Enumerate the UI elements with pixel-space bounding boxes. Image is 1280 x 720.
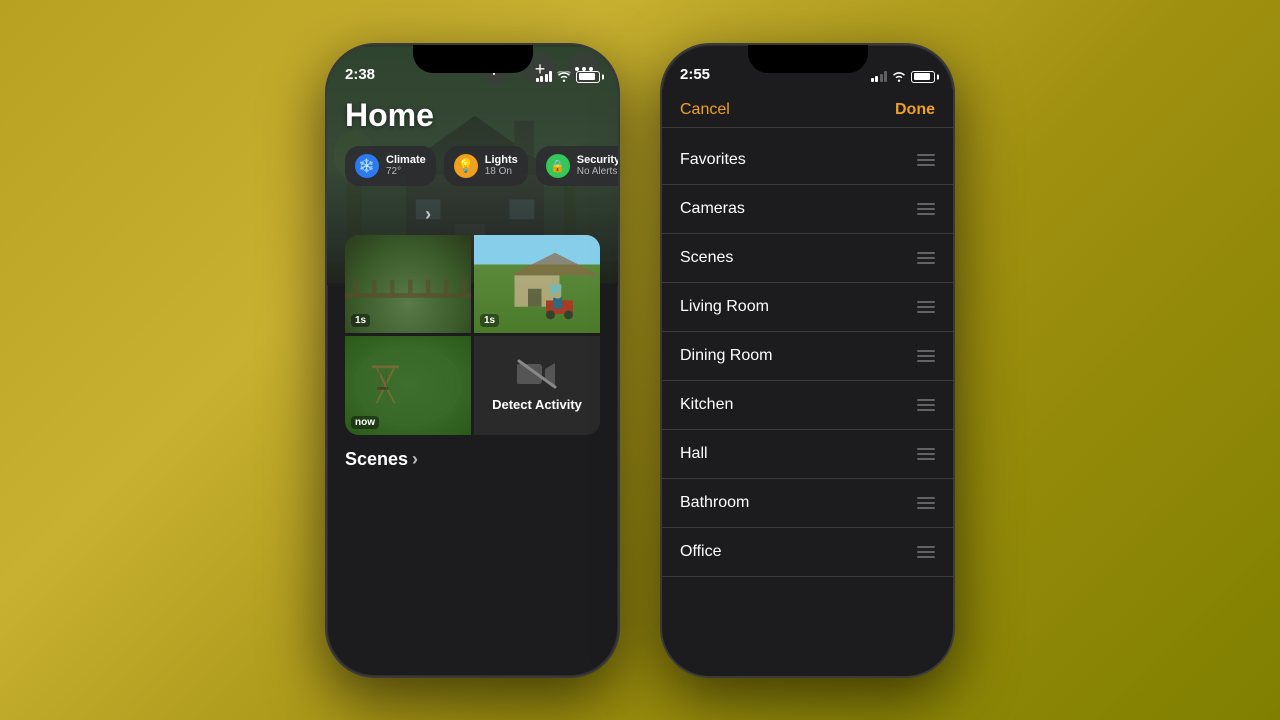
phone-2-notch (748, 45, 868, 73)
climate-value: 72° (386, 166, 426, 177)
room-name-living-room: Living Room (680, 298, 769, 316)
room-name-dining-room: Dining Room (680, 347, 772, 365)
lights-value: 18 On (485, 166, 518, 177)
signal-icon-2 (871, 71, 888, 82)
drag-handle-bathroom[interactable] (917, 497, 935, 509)
phone-2-content: Cancel Done Favorites Cameras (662, 89, 953, 676)
security-icon: 🔒 (546, 154, 570, 178)
camera-cell-3[interactable]: now (345, 336, 471, 435)
room-name-office: Office (680, 543, 722, 561)
home-title-container: Home (327, 93, 618, 146)
room-item-kitchen[interactable]: Kitchen (662, 381, 953, 430)
battery-icon-1 (576, 71, 600, 83)
security-widget[interactable]: 🔒 Security No Alerts (536, 146, 618, 186)
room-item-office[interactable]: Office (662, 528, 953, 577)
phone-1: 2:38 (325, 43, 620, 678)
home-title: Home (345, 97, 600, 134)
room-name-bathroom: Bathroom (680, 494, 749, 512)
drag-handle-scenes[interactable] (917, 252, 935, 264)
drag-handle-favorites[interactable] (917, 154, 935, 166)
battery-icon-2 (911, 71, 935, 83)
phone-2: 2:55 (660, 43, 955, 678)
camera-1-timestamp: 1s (351, 314, 370, 327)
scenes-section-header[interactable]: Scenes › (345, 449, 600, 470)
camera-3-timestamp: now (351, 416, 379, 429)
drag-handle-living-room[interactable] (917, 301, 935, 313)
widget-row: ❄️ Climate 72° 💡 Lights 18 On 🔒 Security (327, 146, 618, 200)
video-off-icon (517, 359, 557, 389)
drag-handle-office[interactable] (917, 546, 935, 558)
room-item-cameras[interactable]: Cameras (662, 185, 953, 234)
room-name-favorites: Favorites (680, 151, 746, 169)
camera-cell-2[interactable]: 1s (474, 235, 600, 334)
room-item-living-room[interactable]: Living Room (662, 283, 953, 332)
camera-2-timestamp: 1s (480, 314, 499, 327)
scenes-section: Scenes › (327, 435, 618, 470)
done-button[interactable]: Done (895, 101, 935, 119)
room-item-scenes[interactable]: Scenes (662, 234, 953, 283)
lights-label: Lights (485, 154, 518, 166)
status-icons-2 (871, 71, 936, 83)
room-item-dining-room[interactable]: Dining Room (662, 332, 953, 381)
room-name-scenes: Scenes (680, 249, 733, 267)
lights-icon: 💡 (454, 154, 478, 178)
climate-widget[interactable]: ❄️ Climate 72° (345, 146, 436, 186)
drag-handle-cameras[interactable] (917, 203, 935, 215)
edit-toolbar: Cancel Done (662, 89, 953, 128)
wifi-icon-2 (892, 71, 906, 82)
camera-cell-4-detect[interactable]: Detect Activity (474, 336, 600, 435)
lights-widget[interactable]: 💡 Lights 18 On (444, 146, 528, 186)
room-name-hall: Hall (680, 445, 708, 463)
camera-cell-1[interactable]: 1s (345, 235, 471, 334)
scenes-chevron-icon: › (412, 449, 418, 470)
security-value: No Alerts (577, 166, 618, 177)
signal-icon-1 (536, 71, 553, 82)
room-item-hall[interactable]: Hall (662, 430, 953, 479)
room-name-kitchen: Kitchen (680, 396, 733, 414)
time-display-1: 2:38 (345, 66, 375, 83)
drag-handle-kitchen[interactable] (917, 399, 935, 411)
room-item-favorites[interactable]: Favorites (662, 136, 953, 185)
time-display-2: 2:55 (680, 66, 710, 83)
drag-handle-dining-room[interactable] (917, 350, 935, 362)
room-list: Favorites Cameras Sc (662, 128, 953, 577)
room-name-cameras: Cameras (680, 200, 745, 218)
drag-handle-hall[interactable] (917, 448, 935, 460)
security-label: Security (577, 154, 618, 166)
scenes-label: Scenes (345, 449, 408, 470)
climate-icon: ❄️ (355, 154, 379, 178)
phone-1-notch (413, 45, 533, 73)
climate-label: Climate (386, 154, 426, 166)
status-icons-1 (536, 71, 601, 83)
cameras-chevron-icon: › (425, 204, 431, 225)
room-item-bathroom[interactable]: Bathroom (662, 479, 953, 528)
detect-activity-label: Detect Activity (492, 397, 582, 412)
phone-1-screen: 2:38 (327, 45, 618, 676)
wifi-icon-1 (557, 71, 571, 82)
cancel-button[interactable]: Cancel (680, 101, 730, 119)
phone-2-screen: 2:55 (662, 45, 953, 676)
